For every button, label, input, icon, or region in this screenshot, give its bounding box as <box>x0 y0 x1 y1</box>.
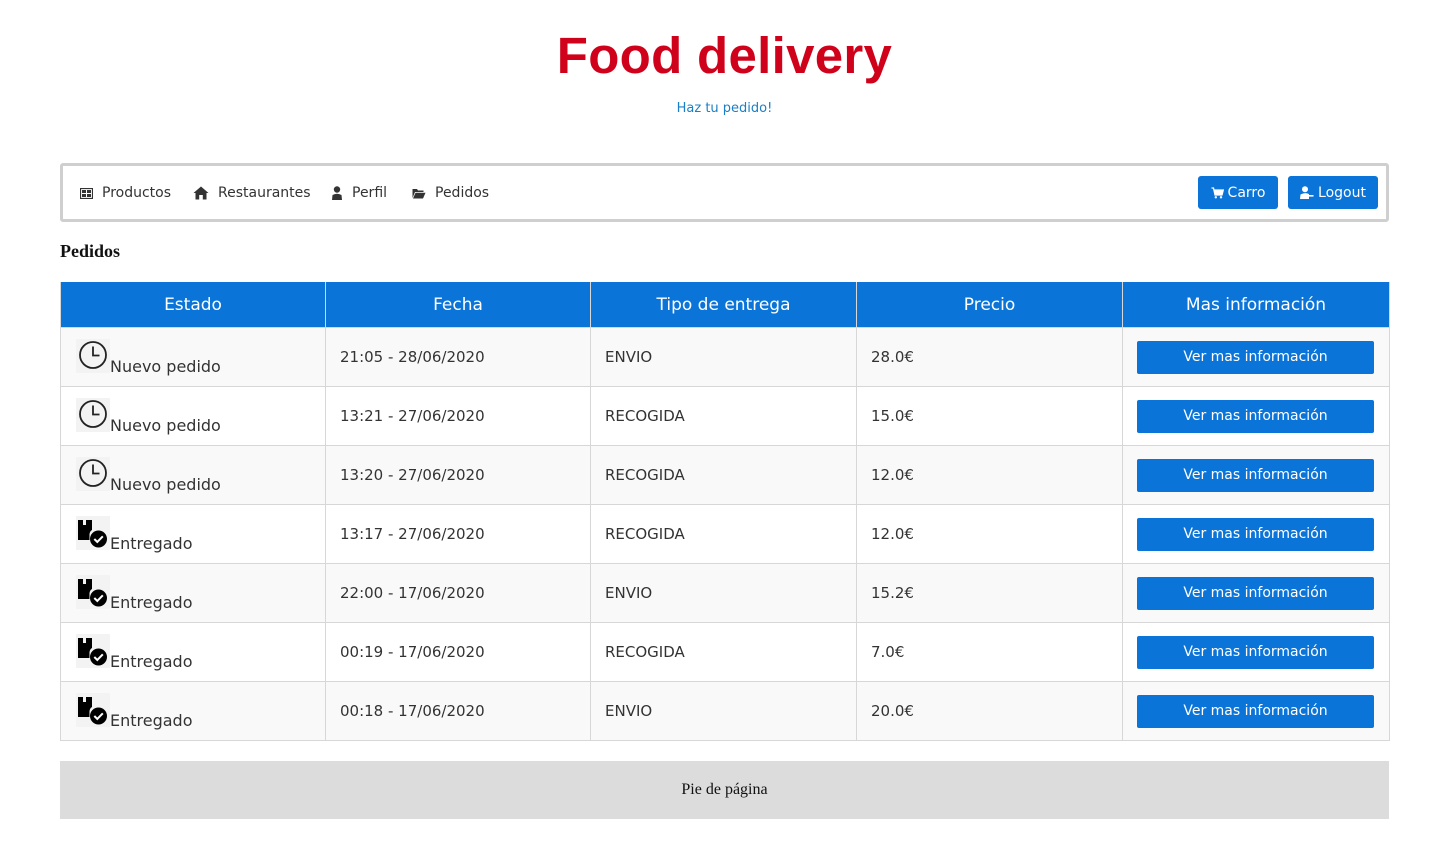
delivered-package-icon <box>76 575 110 609</box>
cell-accion: Ver mas información <box>1122 386 1390 446</box>
cell-tipo-entrega: ENVIO <box>590 563 857 623</box>
footer: Pie de página <box>60 761 1389 819</box>
status-label: Entregado <box>110 711 193 730</box>
clock-icon <box>76 457 110 491</box>
cell-fecha: 13:20 - 27/06/2020 <box>325 445 591 505</box>
more-info-button[interactable]: Ver mas información <box>1137 517 1374 551</box>
logout-button[interactable]: Logout <box>1288 176 1378 209</box>
cell-tipo-entrega: RECOGIDA <box>590 504 857 564</box>
cell-fecha: 21:05 - 28/06/2020 <box>325 327 591 387</box>
cell-fecha: 00:18 - 17/06/2020 <box>325 681 591 741</box>
home-icon <box>193 186 209 200</box>
cell-tipo-entrega: RECOGIDA <box>590 622 857 682</box>
column-header-fecha: Fecha <box>325 282 591 328</box>
cell-precio: 15.0€ <box>856 386 1123 446</box>
cart-icon <box>1211 186 1224 198</box>
folder-open-icon <box>412 188 426 198</box>
user-logout-icon <box>1300 186 1314 199</box>
nav-item-label: Pedidos <box>435 185 490 201</box>
more-info-button[interactable]: Ver mas información <box>1137 340 1374 374</box>
table-row: Entregado 00:18 - 17/06/2020 ENVIO 20.0€ Ver… <box>60 681 1390 741</box>
status-label: Nuevo pedido <box>110 475 221 494</box>
cell-tipo-entrega: RECOGIDA <box>590 386 857 446</box>
nav-item-productos[interactable]: Productos <box>80 185 171 201</box>
orders-table: Estado Fecha Tipo de entrega Precio Mas … <box>60 282 1390 741</box>
more-info-button[interactable]: Ver mas información <box>1137 576 1374 610</box>
table-row: Nuevo pedido 21:05 - 28/06/2020 ENVIO 28.0€… <box>60 327 1390 387</box>
cell-estado: Entregado <box>60 622 326 682</box>
cell-estado: Nuevo pedido <box>60 445 326 505</box>
cell-accion: Ver mas información <box>1122 681 1390 741</box>
column-header-mas-informacion: Mas información <box>1122 282 1390 328</box>
clock-icon <box>76 339 110 373</box>
column-header-tipo-entrega: Tipo de entrega <box>590 282 857 328</box>
cart-button[interactable]: Carro <box>1198 176 1278 209</box>
table-row: Entregado 22:00 - 17/06/2020 ENVIO 15.2€ Ver… <box>60 563 1390 623</box>
column-header-estado: Estado <box>60 282 326 328</box>
table-header-row: Estado Fecha Tipo de entrega Precio Mas … <box>60 282 1390 328</box>
table-row: Nuevo pedido 13:20 - 27/06/2020 RECOGIDA 12… <box>60 445 1390 505</box>
more-info-button[interactable]: Ver mas información <box>1137 635 1374 669</box>
status-label: Nuevo pedido <box>110 357 221 376</box>
more-info-button[interactable]: Ver mas información <box>1137 399 1374 433</box>
nav-item-perfil[interactable]: Perfil <box>331 185 387 201</box>
cell-estado: Entregado <box>60 681 326 741</box>
status-label: Entregado <box>110 593 193 612</box>
cell-accion: Ver mas información <box>1122 327 1390 387</box>
cell-precio: 15.2€ <box>856 563 1123 623</box>
cart-label: Carro <box>1227 184 1266 201</box>
cell-accion: Ver mas información <box>1122 622 1390 682</box>
cell-precio: 12.0€ <box>856 504 1123 564</box>
table-row: Entregado 00:19 - 17/06/2020 RECOGIDA 7.0€ V… <box>60 622 1390 682</box>
cell-tipo-entrega: RECOGIDA <box>590 445 857 505</box>
table-row: Entregado 13:17 - 27/06/2020 RECOGIDA 12.0€… <box>60 504 1390 564</box>
order-link[interactable]: Haz tu pedido! <box>0 101 1433 116</box>
cell-accion: Ver mas información <box>1122 445 1390 505</box>
cell-tipo-entrega: ENVIO <box>590 327 857 387</box>
nav-item-restaurantes[interactable]: Restaurantes <box>193 185 311 201</box>
grid-icon <box>80 187 93 199</box>
table-row: Nuevo pedido 13:21 - 27/06/2020 RECOGIDA 15… <box>60 386 1390 446</box>
section-title: Pedidos <box>60 241 121 261</box>
nav-item-label: Perfil <box>352 185 388 201</box>
more-info-button[interactable]: Ver mas información <box>1137 694 1374 728</box>
navbar: Productos Restaurantes Perfil Pedidos Ca… <box>60 163 1389 222</box>
cell-estado: Entregado <box>60 563 326 623</box>
more-info-button[interactable]: Ver mas información <box>1137 458 1374 492</box>
cell-estado: Entregado <box>60 504 326 564</box>
delivered-package-icon <box>76 516 110 550</box>
cell-accion: Ver mas información <box>1122 504 1390 564</box>
status-label: Entregado <box>110 652 193 671</box>
page-title: Food delivery <box>556 27 893 84</box>
cell-precio: 12.0€ <box>856 445 1123 505</box>
nav-item-pedidos[interactable]: Pedidos <box>412 185 489 201</box>
user-icon <box>332 186 342 200</box>
delivered-package-icon <box>76 693 110 727</box>
clock-icon <box>76 398 110 432</box>
cell-fecha: 13:21 - 27/06/2020 <box>325 386 591 446</box>
column-header-precio: Precio <box>856 282 1123 328</box>
cell-estado: Nuevo pedido <box>60 327 326 387</box>
nav-item-label: Productos <box>102 185 172 201</box>
cell-precio: 20.0€ <box>856 681 1123 741</box>
cell-accion: Ver mas información <box>1122 563 1390 623</box>
cell-fecha: 00:19 - 17/06/2020 <box>325 622 591 682</box>
cell-fecha: 13:17 - 27/06/2020 <box>325 504 591 564</box>
cell-precio: 7.0€ <box>856 622 1123 682</box>
cell-tipo-entrega: ENVIO <box>590 681 857 741</box>
cell-estado: Nuevo pedido <box>60 386 326 446</box>
logout-label: Logout <box>1318 184 1366 201</box>
delivered-package-icon <box>76 634 110 668</box>
nav-item-label: Restaurantes <box>218 185 311 201</box>
cell-fecha: 22:00 - 17/06/2020 <box>325 563 591 623</box>
cell-precio: 28.0€ <box>856 327 1123 387</box>
status-label: Nuevo pedido <box>110 416 221 435</box>
status-label: Entregado <box>110 534 193 553</box>
